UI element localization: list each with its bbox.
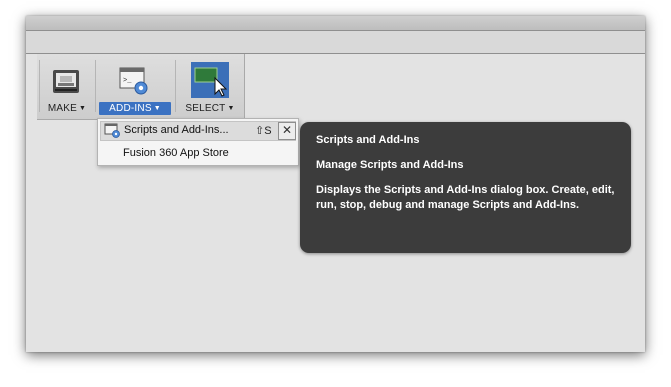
menu-item-scripts-and-add-ins[interactable]: Scripts and Add-Ins... ⇧S ✕	[100, 121, 296, 141]
add-ins-dropdown-menu: Scripts and Add-Ins... ⇧S ✕ Fusion 360 A…	[97, 118, 299, 166]
select-group[interactable]: SELECT ▼	[175, 54, 244, 119]
scripts-gear-icon[interactable]: >_	[117, 66, 151, 96]
select-label[interactable]: SELECT ▼	[183, 102, 237, 115]
printer-icon[interactable]	[49, 66, 83, 96]
menu-item-label: Scripts and Add-Ins...	[124, 124, 229, 136]
top-toolbar	[26, 30, 645, 54]
make-label[interactable]: MAKE ▼	[45, 102, 89, 115]
app-window: MAKE ▼ >_ ADD-INS ▼ SELECT ▼ Scripts and…	[26, 16, 645, 352]
shortcut-label: ⇧S	[255, 125, 272, 137]
tooltip-description: Displays the Scripts and Add-Ins dialog …	[316, 184, 615, 211]
select-cursor-icon[interactable]	[191, 62, 229, 98]
close-icon[interactable]: ✕	[278, 122, 296, 140]
add-ins-group[interactable]: >_ ADD-INS ▼	[95, 54, 175, 119]
tooltip-title: Scripts and Add-Ins	[316, 134, 420, 146]
add-ins-label[interactable]: ADD-INS ▼	[99, 102, 171, 115]
group-separator	[39, 60, 40, 112]
make-group[interactable]: MAKE ▼	[37, 54, 95, 119]
group-separator	[175, 60, 176, 112]
svg-text:>_: >_	[123, 77, 132, 85]
scripts-addins-icon	[104, 123, 120, 138]
toolbar-ribbon: MAKE ▼ >_ ADD-INS ▼ SELECT ▼	[37, 54, 245, 120]
menu-item-fusion-360-app-store[interactable]: Fusion 360 App Store	[123, 147, 229, 159]
title-bar	[26, 16, 645, 30]
tooltip-subtitle: Manage Scripts and Add-Ins	[316, 159, 464, 171]
tooltip-panel: Scripts and Add-Ins Manage Scripts and A…	[300, 122, 631, 253]
group-separator	[95, 60, 96, 112]
